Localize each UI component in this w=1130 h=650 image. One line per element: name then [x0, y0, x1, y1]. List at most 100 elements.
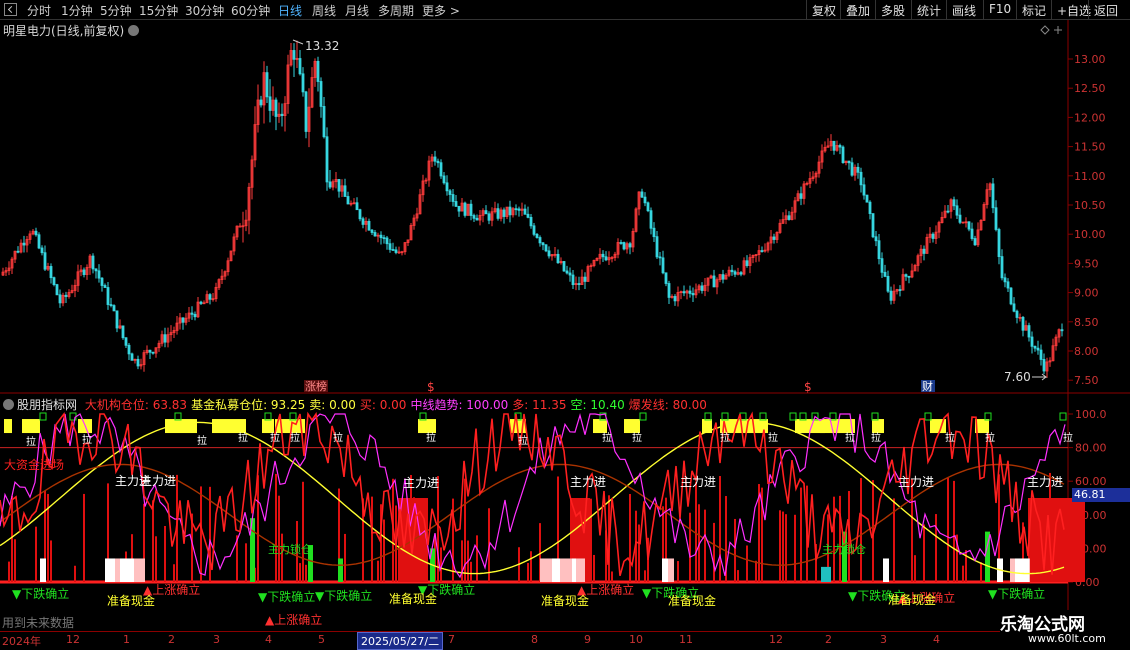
candle-body — [523, 208, 527, 215]
candle-body — [463, 202, 467, 216]
candle-body — [787, 215, 791, 220]
candle-body — [1012, 303, 1016, 312]
candle-body — [643, 196, 647, 204]
candle-body — [640, 191, 644, 198]
fund-bar — [611, 571, 613, 582]
main-in-label: 主力进 — [680, 475, 716, 489]
candle-body — [58, 294, 62, 304]
fund-bar — [530, 551, 532, 582]
candle-body — [904, 274, 908, 277]
candle-body — [355, 202, 359, 211]
plus-icon[interactable] — [1054, 26, 1062, 34]
indicator-bars — [4, 412, 1085, 582]
candle-body — [292, 50, 296, 60]
green-box-marker — [289, 412, 297, 421]
green-box-marker — [984, 412, 992, 421]
pull-up-label: 拉 — [871, 431, 881, 444]
candle-body — [760, 250, 764, 252]
candle-body — [646, 202, 650, 212]
candle-body — [658, 256, 662, 259]
candle-body — [535, 233, 539, 238]
candle-body — [1000, 256, 1004, 279]
yellow-signal-block — [22, 419, 40, 434]
candle-body — [502, 209, 506, 217]
candle-body — [190, 312, 194, 315]
candle-body — [451, 194, 455, 202]
candle-body — [874, 236, 878, 242]
fund-bar — [953, 480, 955, 582]
candle-body — [475, 217, 479, 221]
fund-bar — [755, 560, 757, 582]
fund-bar — [737, 570, 739, 582]
candle-body — [325, 136, 329, 183]
candle-body — [148, 349, 152, 353]
candle-body — [883, 271, 887, 277]
candle-body — [109, 304, 113, 306]
candle-body — [385, 237, 389, 245]
candle-body — [877, 240, 881, 260]
candle-body — [106, 287, 110, 305]
fund-bar — [527, 562, 529, 582]
candle-body — [688, 290, 692, 294]
main-in-label: 主力进 — [570, 475, 606, 489]
pull-up-label: 拉 — [290, 431, 300, 444]
candle-body — [112, 305, 116, 312]
fund-bar — [461, 540, 463, 582]
candle-body — [649, 210, 653, 229]
price-label: 8.00 — [1074, 345, 1099, 358]
candle-body — [1021, 316, 1025, 331]
fund-bar — [74, 565, 76, 582]
candle-body — [151, 351, 155, 354]
fund-bar — [476, 535, 478, 582]
white-block — [572, 558, 576, 582]
candle-body — [700, 285, 704, 291]
fund-bar — [257, 475, 259, 582]
candle-body — [850, 162, 854, 176]
indicator-value-6: 空: 10.40 — [570, 398, 625, 412]
date-tick: 3 — [880, 633, 887, 646]
candle-body — [514, 208, 518, 211]
candle-body — [889, 290, 893, 301]
candle-body — [508, 206, 512, 216]
date-tick: 10 — [629, 633, 643, 646]
candle-body — [34, 230, 38, 236]
candle-body — [652, 227, 656, 238]
indicator-name[interactable]: 股朋指标网 — [17, 398, 77, 412]
candle-body — [103, 285, 107, 288]
candle-body — [1060, 329, 1064, 332]
indicator-value-1: 基金私募仓位: 93.25 — [191, 398, 306, 412]
yellow-signal-block — [593, 419, 607, 434]
fund-bar — [923, 524, 925, 582]
candle-body — [862, 184, 866, 196]
candle-body — [304, 91, 308, 132]
fund-bar — [299, 563, 301, 582]
indicator-label: 60.00 — [1075, 475, 1107, 488]
candle-body — [1003, 277, 1007, 283]
candle-body — [268, 96, 272, 111]
main-in-label: 主力进 — [140, 474, 176, 488]
indicator-value-2: 卖: 0.00 — [309, 398, 356, 412]
candle-body — [457, 205, 461, 212]
indicator-lines — [0, 411, 1066, 579]
fund-bar — [377, 560, 379, 582]
diamond-icon[interactable] — [1040, 25, 1050, 35]
event-marker-s2: $ — [804, 380, 812, 394]
pull-up-label: 拉 — [768, 431, 778, 444]
candle-body — [970, 228, 974, 239]
green-box-marker — [799, 412, 807, 421]
yellow-signal-block — [418, 419, 436, 434]
date-tick: 4 — [265, 633, 272, 646]
candle-body — [886, 275, 890, 292]
chart-surface[interactable]: 13.00 12.50 12.00 11.50 11.00 10.50 10.00 9.50 9… — [0, 0, 1130, 650]
chevron-down-icon[interactable] — [3, 399, 14, 410]
fund-bar — [677, 561, 679, 582]
candle-body — [529, 216, 533, 227]
price-label: 13.00 — [1074, 53, 1106, 66]
pull-up-label: 拉 — [238, 431, 248, 444]
pull-up-label: 拉 — [82, 433, 92, 446]
candle-body — [997, 229, 1001, 258]
date-cursor: 2025/05/27/二 — [357, 632, 444, 650]
fund-bar — [704, 509, 706, 582]
price-annotations: 13.32 7.60 涨榜 $ $ 财 — [292, 39, 1048, 394]
candle-body — [865, 194, 869, 203]
